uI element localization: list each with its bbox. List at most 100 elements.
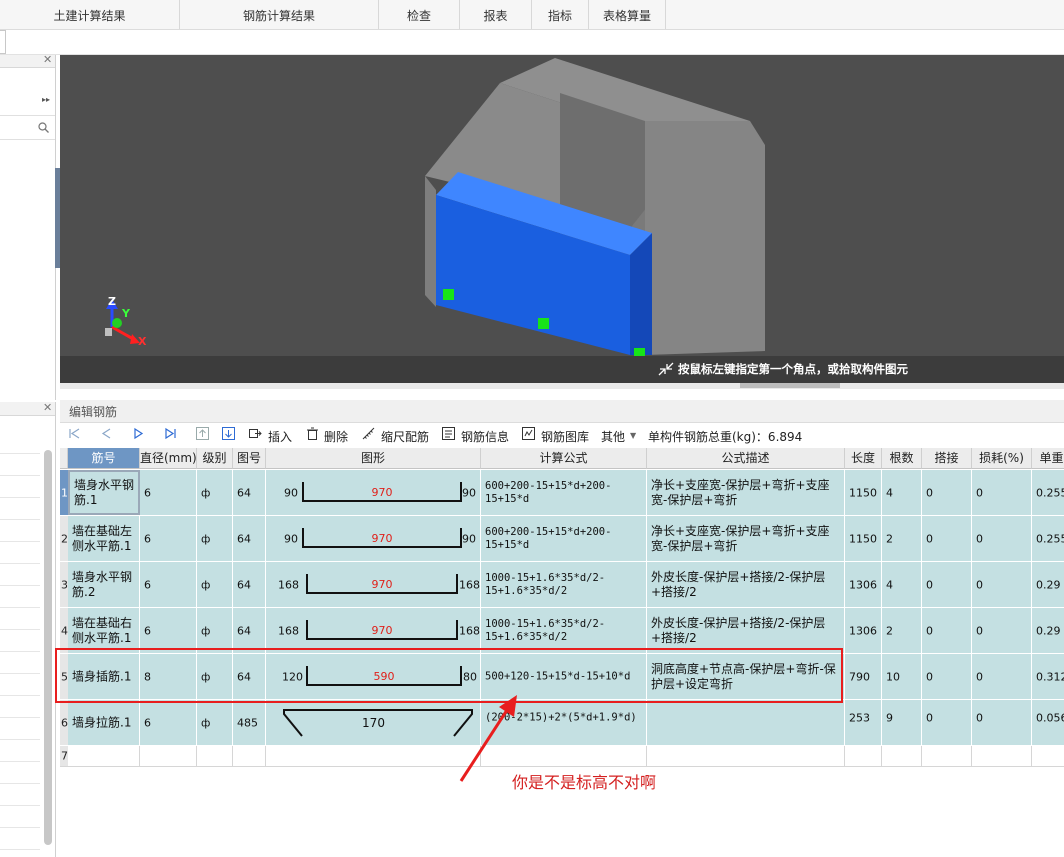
cell-lap[interactable]: 0 [922, 608, 972, 653]
cell-length[interactable]: 1150 [845, 470, 882, 515]
header-count[interactable]: 根数 [882, 448, 922, 469]
other-menu[interactable]: 其他 [601, 428, 625, 445]
cell-count[interactable]: 4 [882, 470, 922, 515]
splitter-grip[interactable] [740, 383, 840, 388]
splitter[interactable] [60, 383, 1064, 389]
cell-shape[interactable]: 170 [266, 700, 481, 745]
scale-config-button[interactable]: 缩尺配筋 [381, 428, 429, 445]
cell-formula-desc[interactable] [647, 746, 845, 766]
cell-formula[interactable]: 600+200-15+15*d+200-15+15*d [481, 470, 647, 515]
cell-lap[interactable]: 0 [922, 654, 972, 699]
cell-unit-weight[interactable]: 0.056 [1032, 700, 1064, 745]
cell-grade[interactable]: ф [197, 470, 233, 515]
cell-unit-weight[interactable]: 0.255 [1032, 470, 1064, 515]
table-row-empty[interactable]: 7 [60, 746, 1064, 767]
cell-loss[interactable]: 0 [972, 654, 1032, 699]
3d-viewport[interactable]: Z Y X 按鼠标左键指定第一个角点，或拾取构件图元 [60, 55, 1064, 383]
cell-count[interactable]: 10 [882, 654, 922, 699]
cell-unit-weight[interactable]: 0.312 [1032, 654, 1064, 699]
cell-unit-weight[interactable]: 0.255 [1032, 516, 1064, 561]
close-icon[interactable]: ✕ [43, 401, 52, 414]
cell-grade[interactable]: ф [197, 700, 233, 745]
header-grade[interactable]: 级别 [197, 448, 233, 469]
cell-shape[interactable] [266, 746, 481, 766]
cell-figure-no[interactable]: 485 [233, 700, 266, 745]
cell-formula[interactable]: 600+200-15+15*d+200-15+15*d [481, 516, 647, 561]
first-record-icon[interactable] [68, 427, 81, 440]
cell-shape[interactable]: 90 970 90 [266, 470, 481, 515]
cell-loss[interactable]: 0 [972, 562, 1032, 607]
grip-point[interactable] [443, 289, 454, 300]
cell-lap[interactable]: 0 [922, 700, 972, 745]
cell-diameter[interactable] [140, 746, 197, 766]
cell-figure-no[interactable]: 64 [233, 516, 266, 561]
next-record-icon[interactable] [132, 427, 145, 440]
move-up-icon[interactable] [196, 427, 209, 440]
cell-bar-no[interactable]: 墙身水平钢筋.1 [68, 470, 140, 515]
cell-count[interactable]: 2 [882, 516, 922, 561]
header-unit-weight[interactable]: 单重 [1032, 448, 1064, 469]
cell-lap[interactable]: 0 [922, 470, 972, 515]
expand-icon[interactable]: ▸▸ [42, 95, 50, 104]
scrollbar-thumb[interactable] [44, 450, 52, 845]
cell-formula-desc[interactable]: 净长+支座宽-保护层+弯折+支座宽-保护层+弯折 [647, 516, 845, 561]
cell-length[interactable] [845, 746, 882, 766]
left-panel-selector[interactable]: ▸▸ [0, 91, 55, 116]
header-figure-no[interactable]: 图号 [233, 448, 266, 469]
cell-length[interactable]: 1306 [845, 608, 882, 653]
tab-civil-results[interactable]: 土建计算结果 [0, 0, 180, 29]
header-diameter[interactable]: 直径(mm) [140, 448, 197, 469]
cell-count[interactable]: 9 [882, 700, 922, 745]
delete-button[interactable]: 删除 [324, 428, 348, 445]
cell-bar-no[interactable]: 墙身水平钢筋.2 [68, 562, 140, 607]
cell-unit-weight[interactable]: 0.29 [1032, 562, 1064, 607]
trash-icon[interactable] [306, 427, 319, 440]
cell-grade[interactable]: ф [197, 608, 233, 653]
cell-grade[interactable] [197, 746, 233, 766]
header-formula[interactable]: 计算公式 [481, 448, 647, 469]
table-row[interactable]: 1 墙身水平钢筋.1 6 ф 64 90 970 90 600+200-15+1… [60, 470, 1064, 516]
cell-diameter[interactable]: 6 [140, 562, 197, 607]
cell-formula-desc[interactable]: 外皮长度-保护层+搭接/2-保护层+搭接/2 [647, 562, 845, 607]
cell-length[interactable]: 790 [845, 654, 882, 699]
tab-indicators[interactable]: 指标 [532, 0, 589, 29]
header-formula-desc[interactable]: 公式描述 [647, 448, 845, 469]
cell-bar-no[interactable]: 墙在基础左侧水平筋.1 [68, 516, 140, 561]
cell-loss[interactable]: 0 [972, 700, 1032, 745]
last-record-icon[interactable] [164, 427, 177, 440]
cell-formula-desc[interactable]: 净长+支座宽-保护层+弯折+支座宽-保护层+弯折 [647, 470, 845, 515]
table-row[interactable]: 2 墙在基础左侧水平筋.1 6 ф 64 90 970 90 600+200-1… [60, 516, 1064, 562]
cell-shape[interactable]: 168 970 168 [266, 562, 481, 607]
cell-length[interactable]: 253 [845, 700, 882, 745]
toolbar-dropdown-stub[interactable] [0, 30, 6, 54]
header-lap[interactable]: 搭接 [922, 448, 972, 469]
prev-record-icon[interactable] [100, 427, 113, 440]
header-length[interactable]: 长度 [845, 448, 882, 469]
rebar-info-icon[interactable] [442, 427, 455, 440]
cell-formula[interactable]: 1000-15+1.6*35*d/2-15+1.6*35*d/2 [481, 562, 647, 607]
cell-formula[interactable]: 1000-15+1.6*35*d/2-15+1.6*35*d/2 [481, 608, 647, 653]
cell-diameter[interactable]: 6 [140, 608, 197, 653]
cell-figure-no[interactable]: 64 [233, 470, 266, 515]
cell-lap[interactable]: 0 [922, 516, 972, 561]
chevron-down-icon[interactable]: ▼ [630, 431, 636, 440]
search-icon[interactable] [38, 122, 49, 133]
cell-unit-weight[interactable] [1032, 746, 1064, 766]
tab-rebar-results[interactable]: 钢筋计算结果 [180, 0, 379, 29]
grip-point[interactable] [538, 318, 549, 329]
left-panel-search[interactable] [0, 117, 55, 140]
cell-count[interactable] [882, 746, 922, 766]
cell-loss[interactable] [972, 746, 1032, 766]
rebar-library-icon[interactable] [522, 427, 535, 440]
insert-icon[interactable] [249, 427, 262, 440]
cell-figure-no[interactable]: 64 [233, 608, 266, 653]
cell-diameter[interactable]: 6 [140, 516, 197, 561]
cell-lap[interactable]: 0 [922, 562, 972, 607]
cell-count[interactable]: 4 [882, 562, 922, 607]
cell-figure-no[interactable]: 64 [233, 562, 266, 607]
scale-rebar-icon[interactable] [362, 427, 375, 440]
cell-unit-weight[interactable]: 0.29 [1032, 608, 1064, 653]
rebar-info-button[interactable]: 钢筋信息 [461, 428, 509, 445]
insert-button[interactable]: 插入 [268, 428, 292, 445]
rebar-library-button[interactable]: 钢筋图库 [541, 428, 589, 445]
